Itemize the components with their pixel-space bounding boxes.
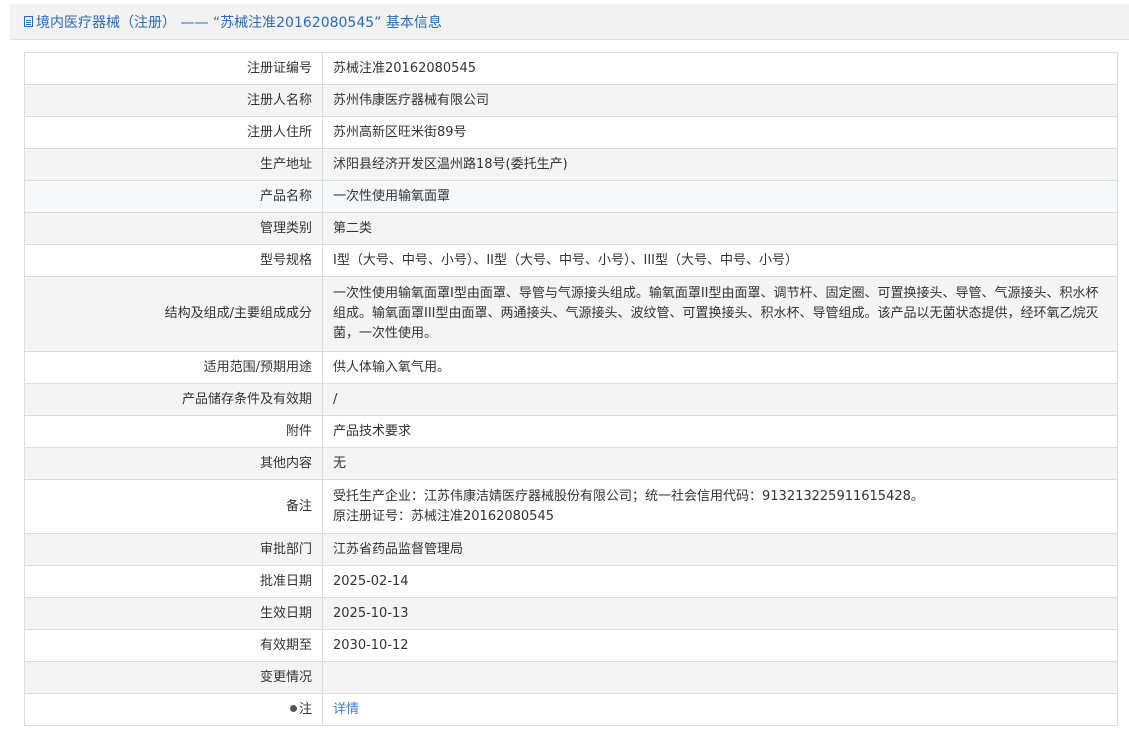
row-value: 一次性使用输氧面罩 [322, 180, 1118, 213]
row-label: 注册人名称 [24, 84, 323, 117]
table-row: 注册证编号 苏械注准20162080545 [24, 52, 1118, 85]
row-label: 产品名称 [24, 180, 323, 213]
row-value: 受托生产企业：江苏伟康洁婧医疗器械股份有限公司；统一社会信用代码：9132132… [322, 479, 1118, 534]
pin-icon [289, 704, 297, 712]
row-label: 管理类别 [24, 212, 323, 245]
table-row: 生产地址 沭阳县经济开发区温州路18号(委托生产) [24, 148, 1118, 181]
page-title: 境内医疗器械（注册） —— “苏械注准20162080545” 基本信息 [36, 14, 442, 31]
row-value: 产品技术要求 [322, 415, 1118, 448]
table-row: 注 详情 [24, 693, 1118, 726]
table-row: 批准日期 2025-02-14 [24, 565, 1118, 598]
row-value [322, 661, 1118, 694]
row-label: 生效日期 [24, 597, 323, 630]
row-value: 详情 [322, 693, 1118, 726]
row-value: 苏州伟康医疗器械有限公司 [322, 84, 1118, 117]
row-label: 备注 [24, 479, 323, 534]
row-value: 供人体输入氧气用。 [322, 351, 1118, 384]
table-row: 备注 受托生产企业：江苏伟康洁婧医疗器械股份有限公司；统一社会信用代码：9132… [24, 479, 1118, 534]
row-label: 注册证编号 [24, 52, 323, 85]
row-value: 苏州高新区旺米街89号 [322, 116, 1118, 149]
row-label: 型号规格 [24, 244, 323, 277]
row-value: 无 [322, 447, 1118, 480]
table-row: 型号规格 I型（大号、中号、小号）、II型（大号、中号、小号）、III型（大号、… [24, 244, 1118, 277]
row-value: 第二类 [322, 212, 1118, 245]
table-row: 结构及组成/主要组成成分 一次性使用输氧面罩I型由面罩、导管与气源接头组成。输氧… [24, 276, 1118, 352]
table-row: 有效期至 2030-10-12 [24, 629, 1118, 662]
row-value: / [322, 383, 1118, 416]
info-table: 注册证编号 苏械注准20162080545 注册人名称 苏州伟康医疗器械有限公司… [24, 52, 1118, 726]
page-title-bar: 境内医疗器械（注册） —— “苏械注准20162080545” 基本信息 [10, 4, 1129, 40]
table-row: 变更情况 [24, 661, 1118, 694]
row-value: 沭阳县经济开发区温州路18号(委托生产) [322, 148, 1118, 181]
row-label: 注 [24, 693, 323, 726]
table-row: 生效日期 2025-10-13 [24, 597, 1118, 630]
table-row: 产品名称 一次性使用输氧面罩 [24, 180, 1118, 213]
table-row: 注册人名称 苏州伟康医疗器械有限公司 [24, 84, 1118, 117]
details-link[interactable]: 详情 [333, 702, 359, 717]
row-label: 批准日期 [24, 565, 323, 598]
table-row: 管理类别 第二类 [24, 212, 1118, 245]
row-label: 有效期至 [24, 629, 323, 662]
table-row: 审批部门 江苏省药品监督管理局 [24, 533, 1118, 566]
table-row: 其他内容 无 [24, 447, 1118, 480]
note-label: 注 [298, 701, 312, 717]
row-label: 其他内容 [24, 447, 323, 480]
page: 境内医疗器械（注册） —— “苏械注准20162080545” 基本信息 注册证… [0, 0, 1129, 732]
row-label: 变更情况 [24, 661, 323, 694]
row-value: 一次性使用输氧面罩I型由面罩、导管与气源接头组成。输氧面罩II型由面罩、调节杆、… [322, 276, 1118, 352]
row-label: 结构及组成/主要组成成分 [24, 276, 323, 352]
table-row: 产品储存条件及有效期 / [24, 383, 1118, 416]
document-icon [24, 16, 33, 27]
row-label: 生产地址 [24, 148, 323, 181]
table-row: 注册人住所 苏州高新区旺米街89号 [24, 116, 1118, 149]
row-value: I型（大号、中号、小号）、II型（大号、中号、小号）、III型（大号、中号、小号… [322, 244, 1118, 277]
row-label: 注册人住所 [24, 116, 323, 149]
row-label: 适用范围/预期用途 [24, 351, 323, 384]
row-value: 2030-10-12 [322, 629, 1118, 662]
remark-line-2: 原注册证号：苏械注准20162080545 [333, 508, 554, 524]
row-label: 产品储存条件及有效期 [24, 383, 323, 416]
row-value: 江苏省药品监督管理局 [322, 533, 1118, 566]
row-value: 2025-02-14 [322, 565, 1118, 598]
row-value: 2025-10-13 [322, 597, 1118, 630]
row-label: 审批部门 [24, 533, 323, 566]
row-label: 附件 [24, 415, 323, 448]
table-row: 适用范围/预期用途 供人体输入氧气用。 [24, 351, 1118, 384]
row-value: 苏械注准20162080545 [322, 52, 1118, 85]
table-row: 附件 产品技术要求 [24, 415, 1118, 448]
remark-line-1: 受托生产企业：江苏伟康洁婧医疗器械股份有限公司；统一社会信用代码：9132132… [333, 488, 924, 504]
